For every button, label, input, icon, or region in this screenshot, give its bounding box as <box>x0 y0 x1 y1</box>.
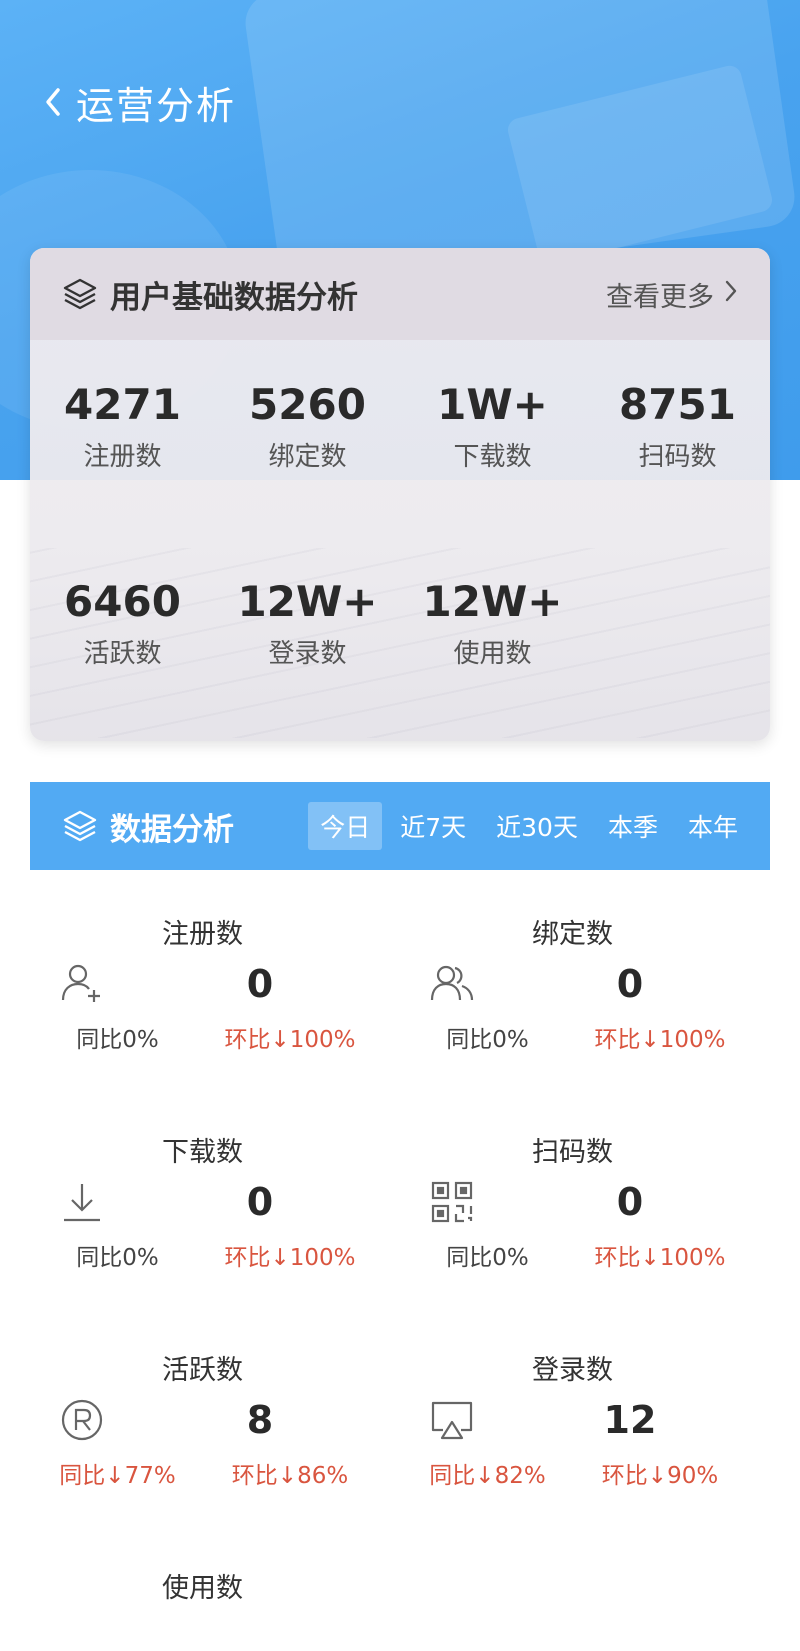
stat-label: 下载数 <box>453 442 532 472</box>
metric-registrations[interactable]: 注册数 0 同比0% 环比↓100% <box>30 870 400 1070</box>
stat-value: 6460 <box>64 577 181 626</box>
view-more-label: 查看更多 <box>606 281 714 313</box>
metric-name: 下载数 <box>162 1137 243 1168</box>
metric-value: 0 <box>616 1180 644 1224</box>
metric-yoy: 同比0% <box>446 1027 529 1053</box>
stat-label: 登录数 <box>268 639 347 669</box>
metric-value: 12 <box>603 1398 657 1442</box>
qr-code-icon <box>430 1180 474 1224</box>
metric-yoy: 同比↓77% <box>59 1463 176 1489</box>
stat-value: 8751 <box>619 380 736 429</box>
metric-mom: 环比↓100% <box>594 1027 726 1053</box>
users-icon <box>430 962 474 1006</box>
metric-scans[interactable]: 扫码数 0 同比0% 环比↓100% <box>400 1088 770 1288</box>
layers-icon <box>60 806 100 846</box>
stat-downloads[interactable]: 1W+ 下载数 <box>400 340 585 537</box>
metric-yoy: 同比0% <box>76 1245 159 1271</box>
stat-value: 5260 <box>249 380 366 429</box>
metric-mom: 环比↓100% <box>224 1027 356 1053</box>
layers-icon <box>60 274 100 314</box>
tab-7-days[interactable]: 近7天 <box>388 802 478 850</box>
chevron-right-icon <box>724 279 738 310</box>
metric-value: 0 <box>616 962 644 1006</box>
period-tabs: 今日 近7天 近30天 本季 本年 <box>308 802 750 850</box>
metric-logins[interactable]: 登录数 12 同比↓82% 环比↓90% <box>400 1306 770 1506</box>
page-title: 运营分析 <box>76 83 237 128</box>
back-chevron-icon[interactable] <box>40 82 66 122</box>
metric-name: 注册数 <box>162 919 243 950</box>
stat-registrations[interactable]: 4271 注册数 <box>30 340 215 537</box>
metric-name: 绑定数 <box>532 919 613 950</box>
metric-name: 使用数 <box>162 1573 243 1604</box>
metric-usage[interactable]: 使用数 <box>30 1524 400 1651</box>
user-basic-data-card: 用户基础数据分析 查看更多 4271 注册数 5260 绑定数 1W+ 下载数 … <box>30 248 770 741</box>
stat-label: 活跃数 <box>83 639 162 669</box>
user-stats-grid: 4271 注册数 5260 绑定数 1W+ 下载数 8751 扫码数 6460 … <box>30 340 770 734</box>
stat-label: 绑定数 <box>268 442 347 472</box>
metric-mom: 环比↓100% <box>224 1245 356 1271</box>
stat-scans[interactable]: 8751 扫码数 <box>585 340 770 537</box>
stat-value: 12W+ <box>237 577 378 626</box>
analysis-title: 数据分析 <box>110 811 234 848</box>
metric-active[interactable]: 活跃数 8 同比↓77% 环比↓86% <box>30 1306 400 1506</box>
metric-name: 登录数 <box>532 1355 613 1386</box>
tab-30-days[interactable]: 近30天 <box>484 802 590 850</box>
tab-year[interactable]: 本年 <box>676 802 750 850</box>
card-title: 用户基础数据分析 <box>110 279 358 316</box>
registered-icon <box>60 1398 104 1442</box>
tab-quarter[interactable]: 本季 <box>596 802 670 850</box>
view-more-link[interactable]: 查看更多 <box>606 275 738 314</box>
metric-downloads[interactable]: 下载数 0 同比0% 环比↓100% <box>30 1088 400 1288</box>
download-icon <box>60 1180 104 1224</box>
stat-active[interactable]: 6460 活跃数 <box>30 537 215 734</box>
metric-name: 活跃数 <box>162 1355 243 1386</box>
metric-mom: 环比↓100% <box>594 1245 726 1271</box>
metric-bindings[interactable]: 绑定数 0 同比0% 环比↓100% <box>400 870 770 1070</box>
top-bar: 运营分析 <box>40 72 236 132</box>
metric-value: 0 <box>246 962 274 1006</box>
stat-logins[interactable]: 12W+ 登录数 <box>215 537 400 734</box>
stat-label: 使用数 <box>453 639 532 669</box>
stat-value: 4271 <box>64 380 181 429</box>
metric-value: 8 <box>246 1398 274 1442</box>
card-header: 用户基础数据分析 查看更多 <box>30 248 770 340</box>
add-user-icon <box>60 962 104 1006</box>
metric-yoy: 同比0% <box>76 1027 159 1053</box>
data-analysis-header: 数据分析 今日 近7天 近30天 本季 本年 <box>30 782 770 870</box>
metric-value: 0 <box>246 1180 274 1224</box>
metric-yoy: 同比0% <box>446 1245 529 1271</box>
stat-bindings[interactable]: 5260 绑定数 <box>215 340 400 537</box>
metric-name: 扫码数 <box>532 1137 613 1168</box>
stat-label: 扫码数 <box>638 442 717 472</box>
tab-today[interactable]: 今日 <box>308 802 383 850</box>
screen-cast-icon <box>430 1398 474 1442</box>
stat-label: 注册数 <box>83 442 162 472</box>
stat-value: 12W+ <box>422 577 563 626</box>
metric-mom: 环比↓86% <box>231 1463 349 1489</box>
stat-value: 1W+ <box>437 380 548 429</box>
metric-mom: 环比↓90% <box>601 1463 719 1489</box>
metric-yoy: 同比↓82% <box>429 1463 546 1489</box>
stat-usage[interactable]: 12W+ 使用数 <box>400 537 585 734</box>
